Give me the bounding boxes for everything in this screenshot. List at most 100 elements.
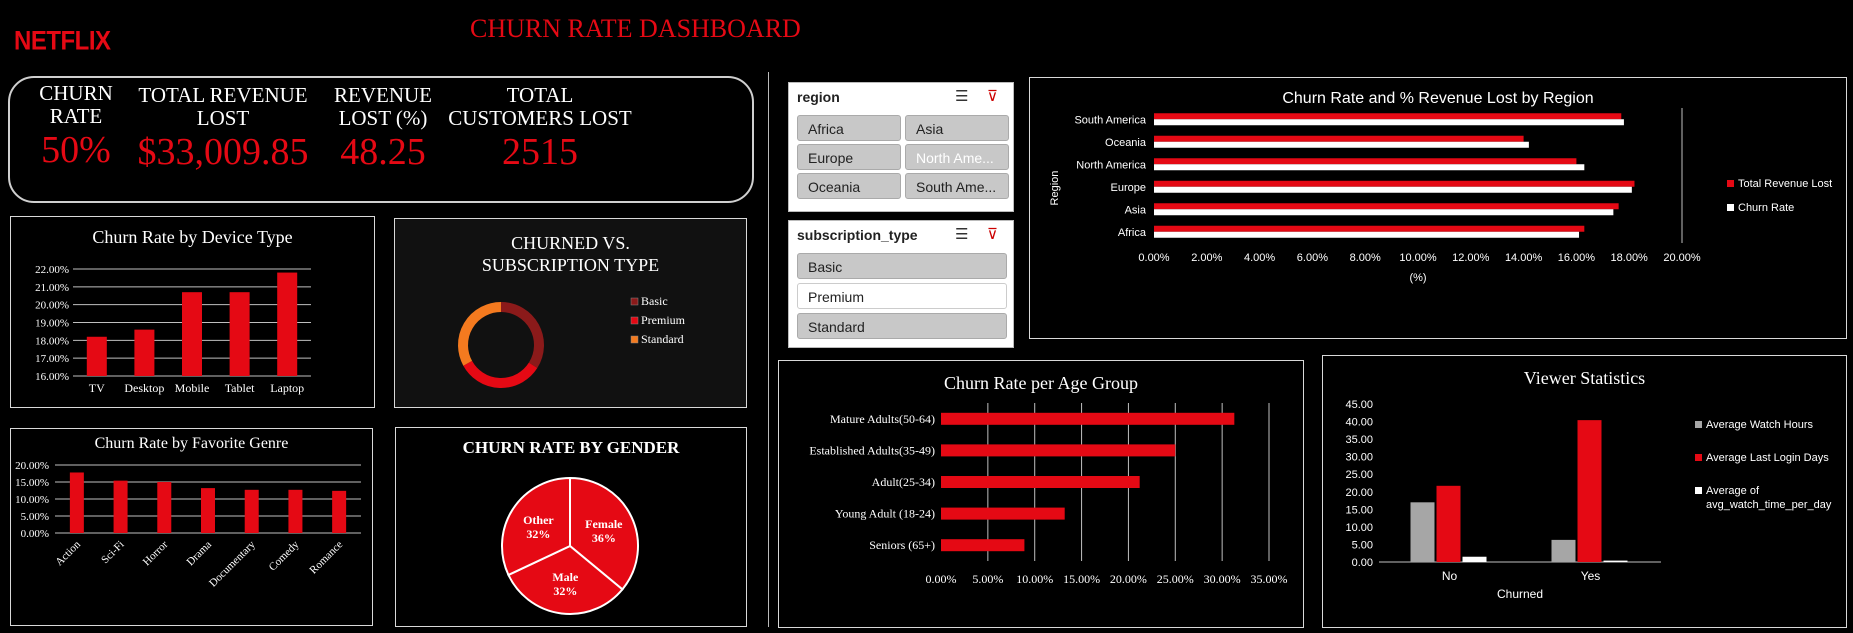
bar [1154, 209, 1614, 216]
y-tick-label: Africa [1118, 227, 1147, 239]
bar [1410, 502, 1435, 562]
slicer-item-basic[interactable]: Basic [797, 253, 1007, 279]
y-tick-label: 10.00% [15, 494, 49, 506]
genre-chart: 0.00% 5.00% 10.00% 15.00% 20.00% Action Sci-Fi… [15, 460, 361, 589]
x-tick-label: Tablet [225, 381, 255, 395]
x-tick-label: 14.00% [1505, 252, 1543, 264]
legend-label: Total Revenue Lost [1738, 178, 1832, 190]
x-tick-label: 10.00% [1016, 572, 1053, 586]
slicer-item-premium[interactable]: Premium [797, 283, 1007, 309]
y-tick-label: 18.00% [35, 335, 69, 347]
bar [941, 539, 1025, 552]
slicer-item-asia[interactable]: Asia [905, 115, 1009, 141]
kpi-label: CUSTOMERS LOST [448, 106, 632, 130]
y-axis-label: Region [1049, 171, 1061, 206]
clear-filter-icon[interactable]: ⊽ [987, 225, 998, 243]
kpi-value: 48.25 [340, 131, 426, 173]
y-tick-label: 5.00 [1352, 539, 1373, 551]
bar [201, 488, 215, 533]
legend-swatch [630, 316, 639, 325]
slicer-item-south-america[interactable]: South Ame... [905, 173, 1009, 199]
x-tick-label: 20.00% [1663, 252, 1701, 264]
subscription-chart-panel: CHURNED VS. SUBSCRIPTION TYPE Basic Premi… [394, 218, 747, 408]
bar [1154, 203, 1619, 210]
viewer-stats-panel: Viewer Statistics 0.00 5.00 10.00 15.00 20.0… [1322, 355, 1847, 628]
region-slicer: region ☰ ⊽ Africa Asia Europe North Ame.… [788, 82, 1014, 212]
bar [244, 489, 259, 533]
y-tick-label: 15.00 [1345, 504, 1373, 516]
kpi-label: RATE [49, 104, 103, 128]
multi-select-icon[interactable]: ☰ [955, 225, 968, 243]
bar [332, 490, 347, 533]
x-tick-label: 20.00% [1110, 572, 1147, 586]
legend-swatch [1695, 421, 1702, 428]
y-tick-label: Oceania [1105, 137, 1147, 149]
y-tick-label: South America [1074, 114, 1146, 126]
y-tick-label: 0.00% [21, 528, 49, 540]
bar [1154, 180, 1635, 187]
device-chart: 16.00% 17.00% 18.00% 19.00% 20.00% 21.00% 22.0… [35, 264, 311, 395]
x-tick-label: Horror [141, 538, 171, 568]
kpi-revenue-lost-pct: REVENUE LOST (%) 48.25 [328, 84, 438, 174]
donut-slice [458, 302, 502, 366]
legend-label: avg_watch_time_per_day [1706, 499, 1832, 511]
x-tick-label: 30.00% [1204, 572, 1241, 586]
slicer-item-europe[interactable]: Europe [797, 144, 901, 170]
slicer-item-africa[interactable]: Africa [797, 115, 901, 141]
bar [941, 507, 1065, 520]
x-tick-label: Drama [184, 539, 214, 569]
x-tick-label: Desktop [124, 381, 164, 395]
bar [1154, 141, 1529, 148]
y-tick-label: 5.00% [21, 511, 49, 523]
bar [69, 472, 84, 533]
kpi-panel: CHURN RATE 50% TOTAL REVENUE LOST $33,00… [8, 76, 754, 203]
y-tick-label: 15.00% [15, 477, 49, 489]
y-tick-label: Seniors (65+) [869, 538, 935, 552]
kpi-total-revenue-lost: TOTAL REVENUE LOST $33,009.85 [128, 84, 318, 174]
pie-label: Female [585, 517, 623, 531]
slicer-item-standard[interactable]: Standard [797, 313, 1007, 339]
x-tick-label: No [1442, 569, 1458, 583]
bar [277, 272, 298, 376]
x-tick-label: 5.00% [972, 572, 1003, 586]
bar [1551, 539, 1576, 562]
x-tick-label: Romance [307, 539, 345, 577]
divider [768, 72, 769, 627]
clear-filter-icon[interactable]: ⊽ [987, 87, 998, 105]
legend-swatch [1727, 180, 1734, 187]
slicer-title: subscription_type [797, 227, 918, 243]
x-tick-label: 35.00% [1251, 572, 1288, 586]
y-tick-label: 45.00 [1345, 399, 1373, 411]
bar [288, 489, 303, 533]
legend-label: Average Watch Hours [1706, 419, 1813, 431]
bar [1154, 119, 1624, 126]
kpi-label: LOST [196, 106, 250, 130]
legend-label: Premium [641, 313, 686, 327]
slicer-item-oceania[interactable]: Oceania [797, 173, 901, 199]
bar [1603, 560, 1628, 562]
x-tick-label: 6.00% [1297, 252, 1328, 264]
x-tick-label: 0.00% [926, 572, 957, 586]
y-tick-label: 10.00 [1345, 522, 1373, 534]
y-tick-label: Mature Adults(50-64) [830, 412, 935, 426]
bar [1154, 135, 1524, 142]
slicer-item-north-america[interactable]: North Ame... [905, 144, 1009, 170]
subscription-donut: Basic Premium Standard [458, 294, 686, 388]
multi-select-icon[interactable]: ☰ [955, 87, 968, 105]
viewer-chart: 0.00 5.00 10.00 15.00 20.00 25.00 30.00 35.00 40… [1345, 399, 1832, 601]
region-chart: 0.00% 2.00% 4.00% 6.00% 8.00% 10.00% 12.00% 14.… [1049, 108, 1832, 284]
netflix-logo: NETFLIX [14, 26, 111, 57]
y-tick-label: Europe [1111, 182, 1146, 194]
y-tick-label: 20.00% [15, 460, 49, 472]
x-tick-label: Laptop [270, 381, 304, 395]
x-tick-label: 0.00% [1138, 252, 1169, 264]
bar [134, 329, 155, 376]
legend-label: Standard [641, 332, 684, 346]
legend-swatch [1695, 487, 1702, 494]
y-tick-label: 25.00 [1345, 469, 1373, 481]
y-tick-label: 16.00% [35, 371, 69, 383]
kpi-label: TOTAL [506, 83, 574, 107]
x-tick-label: 18.00% [1611, 252, 1649, 264]
x-tick-label: 2.00% [1191, 252, 1222, 264]
bar [1154, 158, 1577, 165]
